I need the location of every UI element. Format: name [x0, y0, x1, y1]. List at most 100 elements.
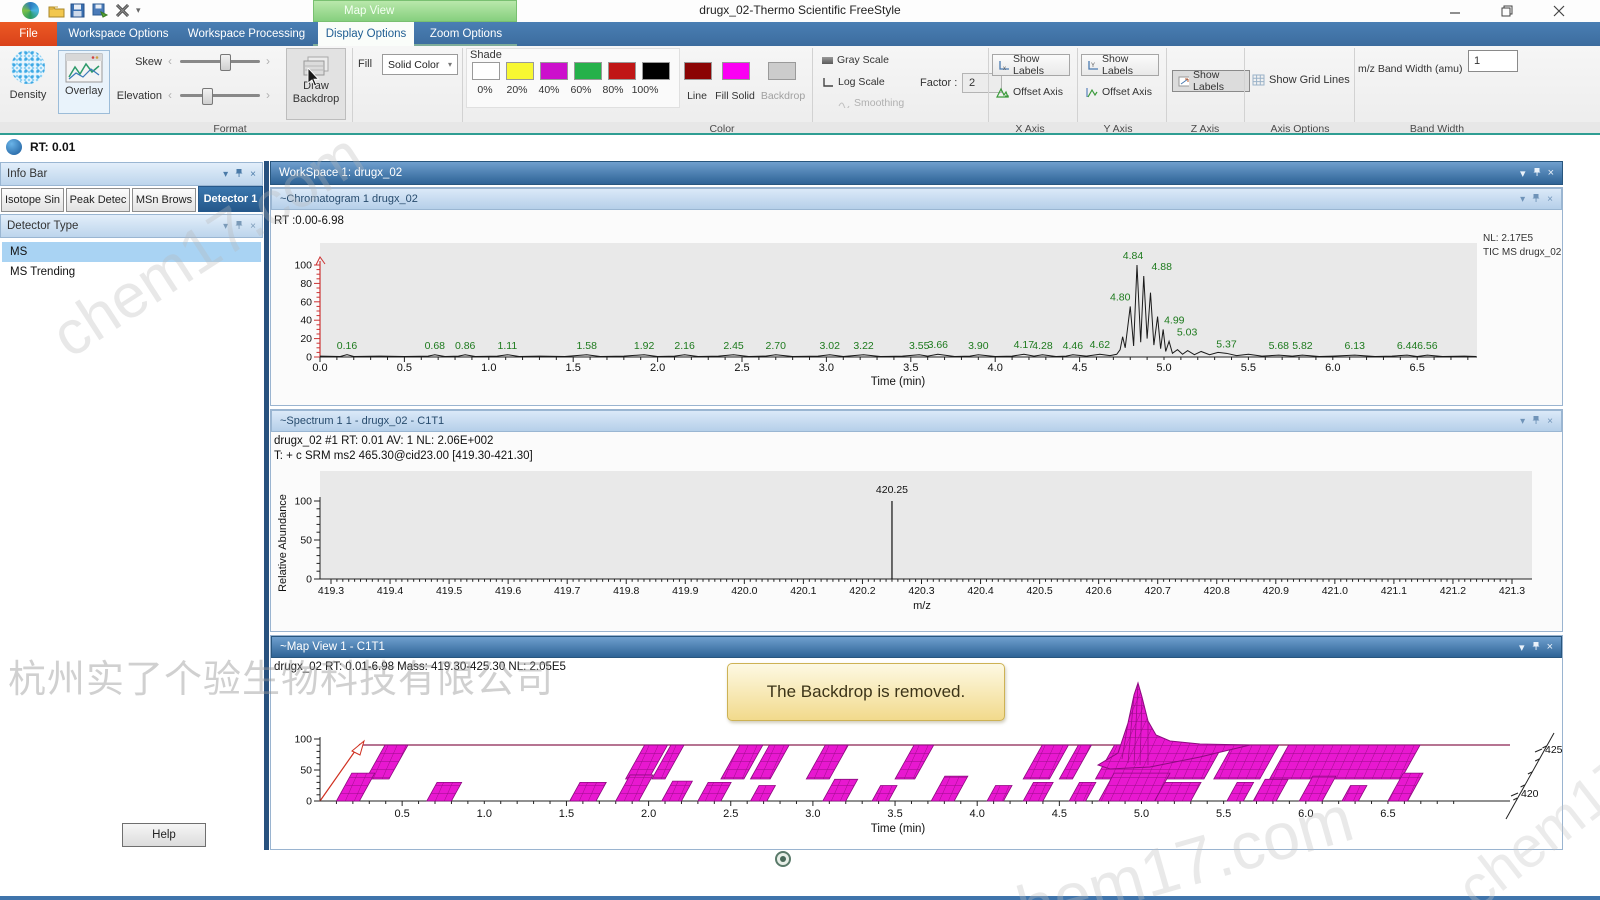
line-color-swatch[interactable]: [684, 62, 712, 80]
panel-divider[interactable]: [264, 161, 269, 850]
overlay-button[interactable]: Overlay: [58, 50, 110, 114]
fill-dropdown[interactable]: Solid Color▾: [382, 54, 458, 75]
skew-label: Skew: [120, 56, 162, 68]
smoothing-icon: [838, 99, 850, 108]
shade-swatch-100%[interactable]: [642, 62, 670, 80]
backdrop-color-label: Backdrop: [756, 90, 810, 102]
chromatogram-rt-range: RT :0.00-6.98: [274, 215, 344, 227]
pin-icon[interactable]: [1532, 193, 1540, 206]
shade-percent-label: 60%: [566, 84, 596, 96]
collapse-icon[interactable]: ▾: [1520, 167, 1526, 180]
shade-label: Shade: [470, 49, 502, 61]
skew-slider-thumb[interactable]: [220, 54, 231, 71]
splitter-collapse-button[interactable]: [775, 851, 791, 867]
tab-zoom-options[interactable]: Zoom Options: [418, 22, 514, 46]
y-axis-offset-button[interactable]: Offset Axis: [1085, 86, 1152, 98]
density-button[interactable]: Density: [2, 50, 54, 101]
backdrop-color-swatch: [768, 62, 796, 80]
tab-detector-1[interactable]: Detector 1: [198, 186, 263, 212]
collapse-icon[interactable]: ▾: [223, 221, 228, 232]
pin-icon[interactable]: [1532, 641, 1540, 654]
shade-swatch-20%[interactable]: [506, 62, 534, 80]
close-icon[interactable]: ×: [250, 221, 256, 232]
fill-label: Fill: [358, 58, 372, 70]
collapse-icon[interactable]: ▾: [1520, 194, 1525, 205]
skew-left-chevron[interactable]: ‹: [168, 54, 172, 68]
pin-icon[interactable]: [1533, 167, 1541, 180]
spectrum-pane: ~Spectrum 1 1 - drugx_02 - C1T1 ▾ × drug…: [270, 409, 1563, 632]
shade-swatch-60%[interactable]: [574, 62, 602, 80]
density-icon: [11, 50, 45, 84]
offset-axis-x-icon: [996, 87, 1009, 98]
shade-swatch-0%[interactable]: [472, 62, 500, 80]
x-axis-show-labels-button[interactable]: xShow Labels: [992, 54, 1070, 76]
chromatogram-pane: ~Chromatogram 1 drugx_02 ▾ × RT :0.00-6.…: [270, 187, 1563, 406]
factor-label: Factor :: [920, 77, 957, 89]
minimize-button[interactable]: [1432, 0, 1478, 22]
spectrum-header: ~Spectrum 1 1 - drugx_02 - C1T1 ▾ ×: [271, 410, 1562, 432]
status-bar: RT: 0.01: [0, 135, 1600, 161]
restore-button[interactable]: [1484, 0, 1530, 22]
x-axis-icon: x: [998, 60, 1009, 71]
list-item-ms-trending[interactable]: MS Trending: [2, 262, 261, 282]
fill-solid-color-swatch[interactable]: [722, 62, 750, 80]
svg-text:x: x: [1003, 66, 1006, 71]
grid-icon: [1252, 74, 1265, 86]
pin-icon[interactable]: [235, 168, 243, 181]
show-grid-lines-toggle[interactable]: Show Grid Lines: [1252, 74, 1350, 86]
y-axis-icon: Y: [1087, 60, 1098, 71]
splitter-dot-icon: [780, 856, 786, 862]
tab-peak-detection[interactable]: Peak Detec: [66, 188, 130, 212]
smoothing-toggle: Smoothing: [838, 97, 904, 109]
shade-swatch-40%[interactable]: [540, 62, 568, 80]
tab-msn-browser[interactable]: MSn Brows: [132, 188, 196, 212]
tab-isotope-simulation[interactable]: Isotope Sin: [1, 188, 64, 212]
gray-scale-toggle[interactable]: Gray Scale: [822, 54, 889, 66]
map-view-header: ~Map View 1 - C1T1 ▾ ×: [271, 636, 1562, 658]
skew-slider[interactable]: [180, 60, 260, 63]
z-axis-show-labels-button[interactable]: Show Labels: [1172, 70, 1250, 92]
elevation-slider[interactable]: [180, 94, 260, 97]
help-button[interactable]: Help: [122, 823, 206, 847]
spectrum-scan-info: drugx_02 #1 RT: 0.01 AV: 1 NL: 2.06E+002: [274, 435, 493, 447]
close-icon[interactable]: ×: [1547, 641, 1553, 653]
app-logo-icon[interactable]: [22, 2, 39, 19]
close-icon[interactable]: ×: [1547, 194, 1553, 205]
collapse-icon[interactable]: ▾: [1520, 416, 1525, 427]
shade-swatch-80%[interactable]: [608, 62, 636, 80]
tab-workspace-processing[interactable]: Workspace Processing: [180, 22, 313, 46]
window-bottom-border: [0, 896, 1600, 900]
save-icon[interactable]: [70, 3, 85, 23]
x-axis-offset-button[interactable]: Offset Axis: [996, 86, 1063, 98]
tab-file[interactable]: File: [0, 22, 57, 46]
close-icon[interactable]: ×: [250, 169, 256, 180]
elevation-left-chevron[interactable]: ‹: [168, 88, 172, 102]
collapse-icon[interactable]: ▾: [223, 169, 228, 180]
open-icon[interactable]: [48, 3, 65, 23]
shade-percent-row: 0%20%40%60%80%100%: [470, 84, 660, 96]
elevation-right-chevron[interactable]: ›: [266, 88, 270, 102]
pin-icon[interactable]: [235, 220, 243, 233]
elevation-slider-thumb[interactable]: [202, 88, 213, 105]
toolbar-more-icon[interactable]: ▾: [136, 5, 141, 16]
svg-text:Y: Y: [1091, 63, 1095, 69]
band-width-input[interactable]: 1: [1468, 50, 1518, 72]
log-scale-toggle[interactable]: Log Scale: [822, 76, 885, 88]
skew-right-chevron[interactable]: ›: [266, 54, 270, 68]
ribbon: Density Overlay Skew ‹ › Elevation ‹ › D…: [0, 46, 1600, 135]
collapse-icon[interactable]: ▾: [1519, 641, 1525, 654]
y-axis-show-labels-button[interactable]: YShow Labels: [1081, 54, 1159, 76]
close-icon[interactable]: ×: [1548, 167, 1554, 179]
list-item-ms[interactable]: MS: [2, 242, 261, 262]
tab-workspace-options[interactable]: Workspace Options: [57, 22, 180, 46]
export-icon[interactable]: [92, 3, 109, 23]
close-button[interactable]: [1536, 0, 1582, 22]
backdrop-tooltip: The Backdrop is removed.: [727, 663, 1005, 721]
delete-icon[interactable]: [115, 3, 130, 23]
pin-icon[interactable]: [1532, 415, 1540, 428]
close-icon[interactable]: ×: [1547, 416, 1553, 427]
gray-scale-icon: [822, 57, 833, 64]
info-icon: [6, 139, 22, 155]
elevation-label: Elevation: [112, 90, 162, 102]
tab-display-options[interactable]: Display Options: [318, 22, 414, 46]
